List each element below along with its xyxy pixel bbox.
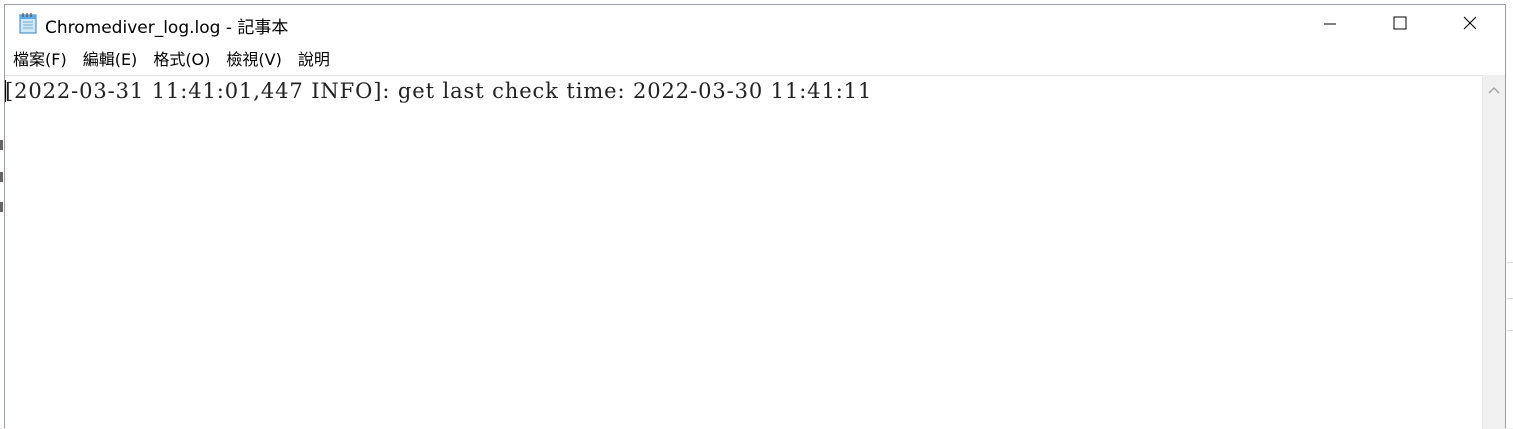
menu-help[interactable]: 說明 — [290, 46, 338, 74]
text-editor-area[interactable]: [2022-03-31 11:41:01,447 INFO]: get last… — [5, 75, 1482, 429]
maximize-button[interactable] — [1365, 5, 1435, 43]
editor-content: [2022-03-31 11:41:01,447 INFO]: get last… — [5, 79, 873, 103]
minimize-button[interactable] — [1295, 5, 1365, 43]
scroll-up-button[interactable] — [1483, 75, 1505, 101]
menu-format[interactable]: 格式(O) — [145, 46, 218, 74]
chevron-up-icon — [1488, 79, 1500, 98]
background-window-edge-right — [1507, 0, 1513, 428]
notepad-icon — [17, 12, 39, 34]
menu-bar: 檔案(F) 編輯(E) 格式(O) 檢視(V) 說明 — [5, 45, 1505, 75]
close-icon — [1463, 15, 1477, 34]
menu-edit[interactable]: 編輯(E) — [75, 46, 146, 74]
title-bar[interactable]: Chromediver_log.log - 記事本 — [5, 5, 1505, 43]
menu-view[interactable]: 檢視(V) — [218, 46, 289, 74]
maximize-icon — [1393, 15, 1407, 34]
close-button[interactable] — [1435, 5, 1505, 43]
notepad-window: Chromediver_log.log - 記事本 檔案(F) 編輯(E) 格式… — [4, 4, 1506, 429]
window-title: Chromediver_log.log - 記事本 — [45, 18, 289, 38]
minimize-icon — [1324, 15, 1336, 34]
menu-file[interactable]: 檔案(F) — [5, 46, 75, 74]
vertical-scrollbar[interactable] — [1482, 75, 1505, 429]
